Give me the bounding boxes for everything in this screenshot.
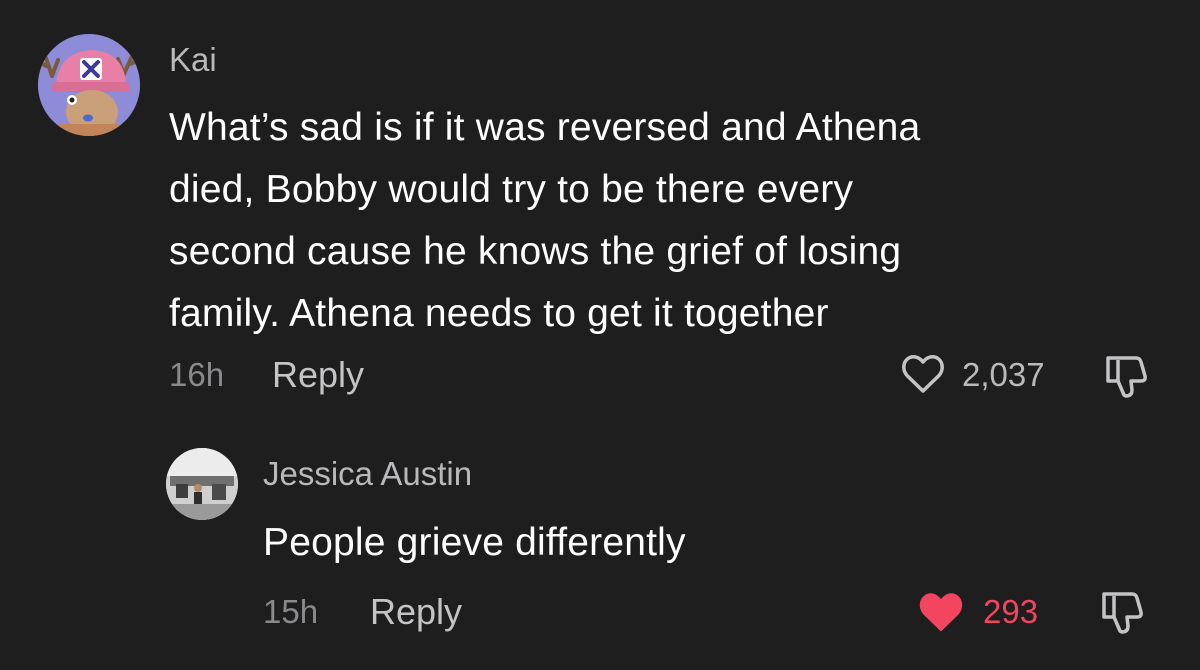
dislike-button[interactable] bbox=[1096, 584, 1150, 638]
avatar[interactable] bbox=[166, 448, 238, 520]
comment-text-line: People grieve differently bbox=[263, 521, 686, 564]
comment-text-line: What’s sad is if it was reversed and Ath… bbox=[169, 106, 921, 149]
avatar[interactable] bbox=[38, 34, 140, 136]
like-button[interactable] bbox=[915, 586, 967, 638]
comment-username[interactable]: Kai bbox=[169, 42, 217, 78]
heart-outline-icon bbox=[902, 355, 944, 393]
thumbs-down-icon bbox=[1102, 592, 1143, 634]
comment-text-line: family. Athena needs to get it together bbox=[169, 292, 829, 335]
comment-timestamp: 16h bbox=[169, 356, 225, 393]
thumbs-down-icon bbox=[1106, 356, 1147, 398]
comment-text: People grieve differently bbox=[263, 512, 1123, 574]
comment-username[interactable]: Jessica Austin bbox=[263, 456, 472, 492]
dislike-button[interactable] bbox=[1100, 348, 1154, 402]
reply-button[interactable]: Reply bbox=[272, 355, 364, 395]
comment-text: What’s sad is if it was reversed and Ath… bbox=[169, 97, 1129, 345]
photo-avatar-icon bbox=[166, 448, 238, 520]
reply-button[interactable]: Reply bbox=[370, 592, 462, 632]
comment-timestamp: 15h bbox=[263, 593, 319, 630]
like-count: 2,037 bbox=[962, 356, 1045, 393]
comment-text-line: second cause he knows the grief of losin… bbox=[169, 230, 902, 273]
comment-text-line: died, Bobby would try to be there every bbox=[169, 168, 854, 211]
like-count: 293 bbox=[983, 593, 1039, 630]
like-button[interactable] bbox=[899, 350, 947, 398]
chopper-avatar-icon bbox=[38, 34, 140, 136]
heart-filled-icon bbox=[919, 593, 963, 632]
